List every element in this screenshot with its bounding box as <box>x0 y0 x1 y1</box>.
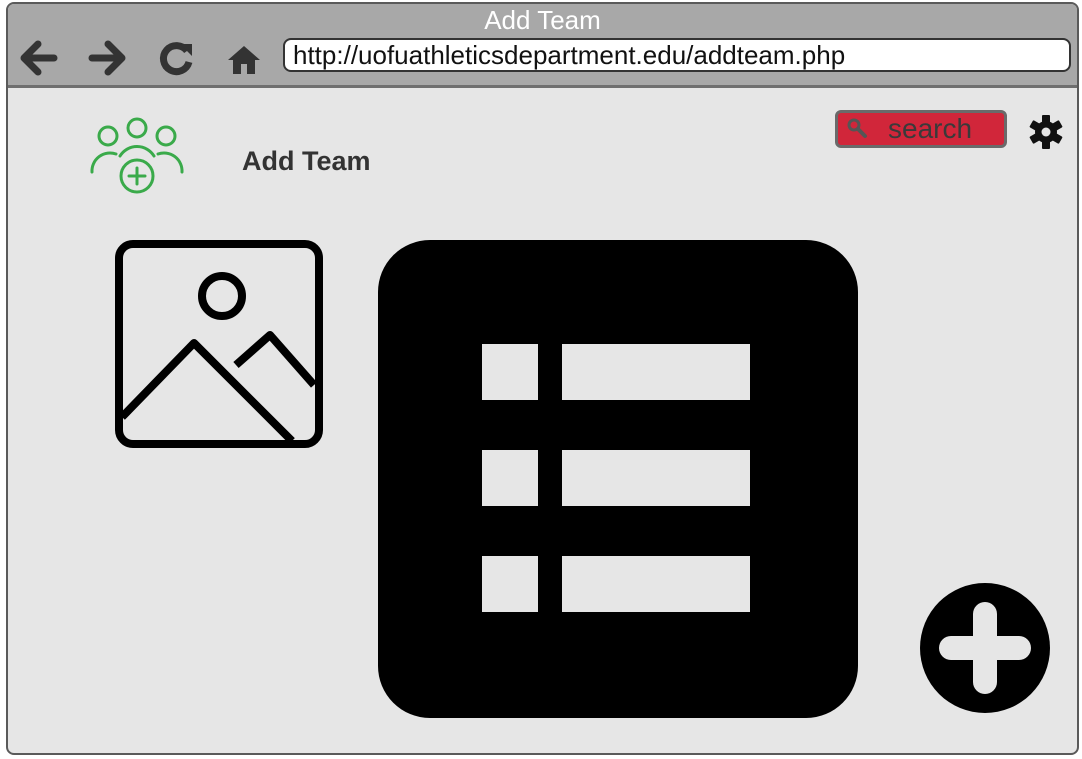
browser-toolbar: Add Team http://uofuathleticsdepartment.… <box>8 4 1077 88</box>
list-bar <box>562 556 750 612</box>
gear-icon[interactable] <box>1028 114 1064 150</box>
add-circle-icon[interactable] <box>919 582 1051 714</box>
image-icon[interactable] <box>114 239 324 449</box>
url-bar[interactable]: http://uofuathleticsdepartment.edu/addte… <box>283 38 1071 72</box>
list-bar <box>562 344 750 400</box>
page-title: Add Team <box>242 146 371 176</box>
search-input[interactable]: search <box>835 110 1007 148</box>
team-add-icon <box>86 116 188 198</box>
list-bullet <box>482 344 538 400</box>
back-arrow-icon[interactable] <box>18 38 58 78</box>
list-bullet <box>482 556 538 612</box>
list-bar <box>562 450 750 506</box>
page-content: Add Team search <box>8 88 1077 753</box>
browser-window: Add Team http://uofuathleticsdepartment.… <box>6 2 1079 755</box>
reload-icon[interactable] <box>156 38 196 78</box>
forward-arrow-icon[interactable] <box>88 38 128 78</box>
list-bullet <box>482 450 538 506</box>
search-placeholder: search <box>888 113 973 144</box>
list-icon[interactable] <box>378 240 858 718</box>
window-title: Add Team <box>484 5 601 35</box>
search-icon <box>846 117 868 139</box>
home-icon[interactable] <box>224 38 264 78</box>
